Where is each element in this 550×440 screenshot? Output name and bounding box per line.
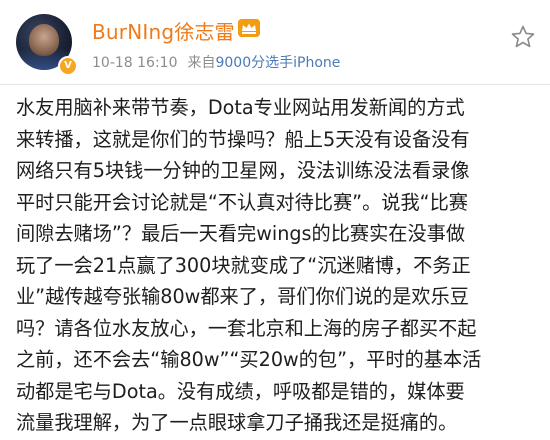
author-name[interactable]: BurNIng徐志雷 xyxy=(92,16,235,45)
post-source[interactable]: 9000分选手iPhone xyxy=(215,55,340,71)
post-header: V BurNIng徐志雷 10-18 16:10 来自9000分选手iPhone xyxy=(0,0,550,85)
source-prefix: 来自 xyxy=(187,55,216,71)
vip-crown-icon-graphic xyxy=(238,19,260,37)
post-timestamp: 10-18 16:10 xyxy=(92,55,178,71)
post-meta: 10-18 16:10 来自9000分选手iPhone xyxy=(92,52,340,72)
vip-crown-icon xyxy=(238,19,260,37)
verified-v-icon: V xyxy=(58,56,78,76)
star-outline-icon[interactable] xyxy=(510,24,536,50)
avatar-face xyxy=(29,24,59,56)
post-body: 水友用脑补来带节奏，Dota专业网站用发新闻的方式 来转播，这就是你们的节操吗？… xyxy=(16,96,482,434)
